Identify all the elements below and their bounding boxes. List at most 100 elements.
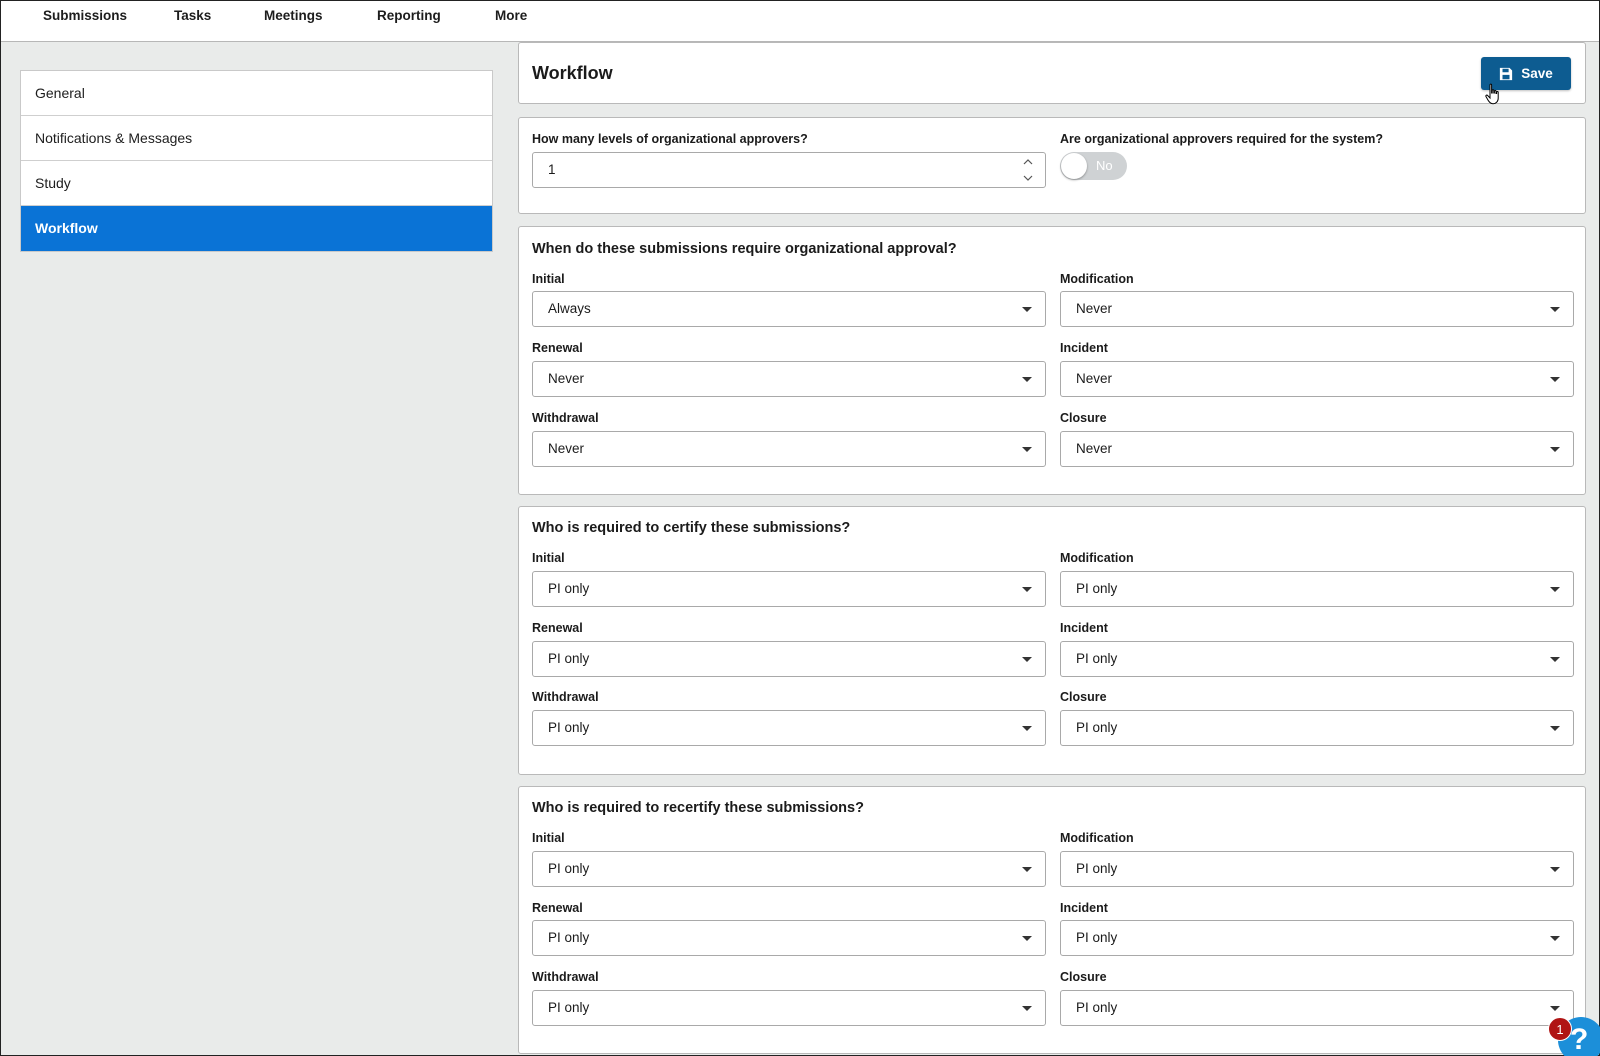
field-label-modification: Modification: [1060, 551, 1134, 565]
select-withdrawal[interactable]: Never: [532, 431, 1046, 467]
caret-down-icon: [1550, 1006, 1560, 1011]
sidebar-item-study[interactable]: Study: [21, 161, 492, 206]
hand-cursor-icon: [1485, 83, 1499, 105]
nav-more[interactable]: More: [495, 1, 527, 33]
caret-down-icon: [1022, 377, 1032, 382]
field-label-modification: Modification: [1060, 272, 1134, 286]
field-label-renewal: Renewal: [532, 341, 583, 355]
field-label-closure: Closure: [1060, 970, 1107, 984]
select-value: PI only: [1076, 581, 1118, 596]
field-label-incident: Incident: [1060, 901, 1108, 915]
section-title: Who is required to recertify these submi…: [532, 800, 864, 816]
toggle-knob: [1061, 153, 1087, 179]
select-value: Never: [548, 441, 585, 456]
select-closure[interactable]: PI only: [1060, 990, 1574, 1026]
select-closure[interactable]: Never: [1060, 431, 1574, 467]
page-title: Workflow: [532, 63, 613, 83]
field-label-withdrawal: Withdrawal: [532, 970, 599, 984]
caret-down-icon: [1550, 587, 1560, 592]
select-value: PI only: [548, 1000, 590, 1015]
select-renewal[interactable]: Never: [532, 361, 1046, 397]
select-value: Never: [1076, 371, 1113, 386]
field-label-withdrawal: Withdrawal: [532, 411, 599, 425]
select-incident[interactable]: PI only: [1060, 641, 1574, 677]
select-withdrawal[interactable]: PI only: [532, 990, 1046, 1026]
nav-meetings[interactable]: Meetings: [264, 1, 323, 33]
spinner-arrows-icon[interactable]: [1023, 157, 1033, 183]
select-modification[interactable]: PI only: [1060, 571, 1574, 607]
select-value: Never: [548, 371, 585, 386]
field-label-initial: Initial: [532, 551, 565, 565]
select-modification[interactable]: PI only: [1060, 851, 1574, 887]
field-label-renewal: Renewal: [532, 901, 583, 915]
levels-input[interactable]: 1: [532, 152, 1046, 188]
caret-down-icon: [1550, 867, 1560, 872]
caret-down-icon: [1022, 936, 1032, 941]
toggle-label: No: [1096, 158, 1113, 173]
caret-down-icon: [1550, 377, 1560, 382]
nav-reporting[interactable]: Reporting: [377, 1, 441, 33]
select-renewal[interactable]: PI only: [532, 641, 1046, 677]
select-renewal[interactable]: PI only: [532, 920, 1046, 956]
select-value: PI only: [548, 581, 590, 596]
select-value: Never: [1076, 301, 1113, 316]
caret-down-icon: [1022, 307, 1032, 312]
save-button-label: Save: [1521, 66, 1553, 81]
caret-down-icon: [1022, 657, 1032, 662]
field-label-renewal: Renewal: [532, 621, 583, 635]
sidebar-item-general[interactable]: General: [21, 71, 492, 116]
select-incident[interactable]: Never: [1060, 361, 1574, 397]
sidebar-item-notifications[interactable]: Notifications & Messages: [21, 116, 492, 161]
select-closure[interactable]: PI only: [1060, 710, 1574, 746]
select-value: PI only: [548, 861, 590, 876]
select-value: PI only: [548, 930, 590, 945]
nav-tasks[interactable]: Tasks: [174, 1, 211, 33]
field-label-initial: Initial: [532, 831, 565, 845]
field-label-withdrawal: Withdrawal: [532, 690, 599, 704]
select-value: PI only: [1076, 720, 1118, 735]
caret-down-icon: [1550, 447, 1560, 452]
certify-section: Who is required to certify these submiss…: [518, 506, 1586, 775]
select-value: PI only: [548, 720, 590, 735]
select-value: Never: [1076, 441, 1113, 456]
select-value: Always: [548, 301, 591, 316]
nav-submissions[interactable]: Submissions: [43, 1, 127, 33]
help-notification-badge: 1: [1548, 1017, 1572, 1041]
settings-sidebar: General Notifications & Messages Study W…: [20, 70, 493, 252]
caret-down-icon: [1550, 307, 1560, 312]
field-label-incident: Incident: [1060, 341, 1108, 355]
levels-value: 1: [548, 162, 556, 177]
select-withdrawal[interactable]: PI only: [532, 710, 1046, 746]
page-header: Workflow Save: [518, 42, 1586, 104]
field-label-closure: Closure: [1060, 690, 1107, 704]
section-title: Who is required to certify these submiss…: [532, 520, 851, 536]
select-initial[interactable]: Always: [532, 291, 1046, 327]
caret-down-icon: [1550, 726, 1560, 731]
select-initial[interactable]: PI only: [532, 571, 1046, 607]
floppy-disk-icon: [1500, 67, 1513, 80]
caret-down-icon: [1022, 867, 1032, 872]
approvers-panel: How many levels of organizational approv…: [518, 117, 1586, 214]
approval-section: When do these submissions require organi…: [518, 226, 1586, 495]
select-value: PI only: [1076, 930, 1118, 945]
caret-down-icon: [1022, 447, 1032, 452]
field-label-incident: Incident: [1060, 621, 1108, 635]
caret-down-icon: [1550, 657, 1560, 662]
sidebar-item-workflow[interactable]: Workflow: [21, 206, 492, 251]
recertify-section: Who is required to recertify these submi…: [518, 786, 1586, 1054]
select-modification[interactable]: Never: [1060, 291, 1574, 327]
caret-down-icon: [1550, 936, 1560, 941]
select-initial[interactable]: PI only: [532, 851, 1046, 887]
field-label-initial: Initial: [532, 272, 565, 286]
levels-label: How many levels of organizational approv…: [532, 132, 808, 146]
approvers-required-toggle[interactable]: No: [1060, 152, 1127, 180]
select-value: PI only: [1076, 651, 1118, 666]
section-title: When do these submissions require organi…: [532, 241, 957, 257]
field-label-modification: Modification: [1060, 831, 1134, 845]
required-label: Are organizational approvers required fo…: [1060, 132, 1383, 146]
caret-down-icon: [1022, 587, 1032, 592]
caret-down-icon: [1022, 1006, 1032, 1011]
select-value: PI only: [1076, 861, 1118, 876]
field-label-closure: Closure: [1060, 411, 1107, 425]
select-incident[interactable]: PI only: [1060, 920, 1574, 956]
